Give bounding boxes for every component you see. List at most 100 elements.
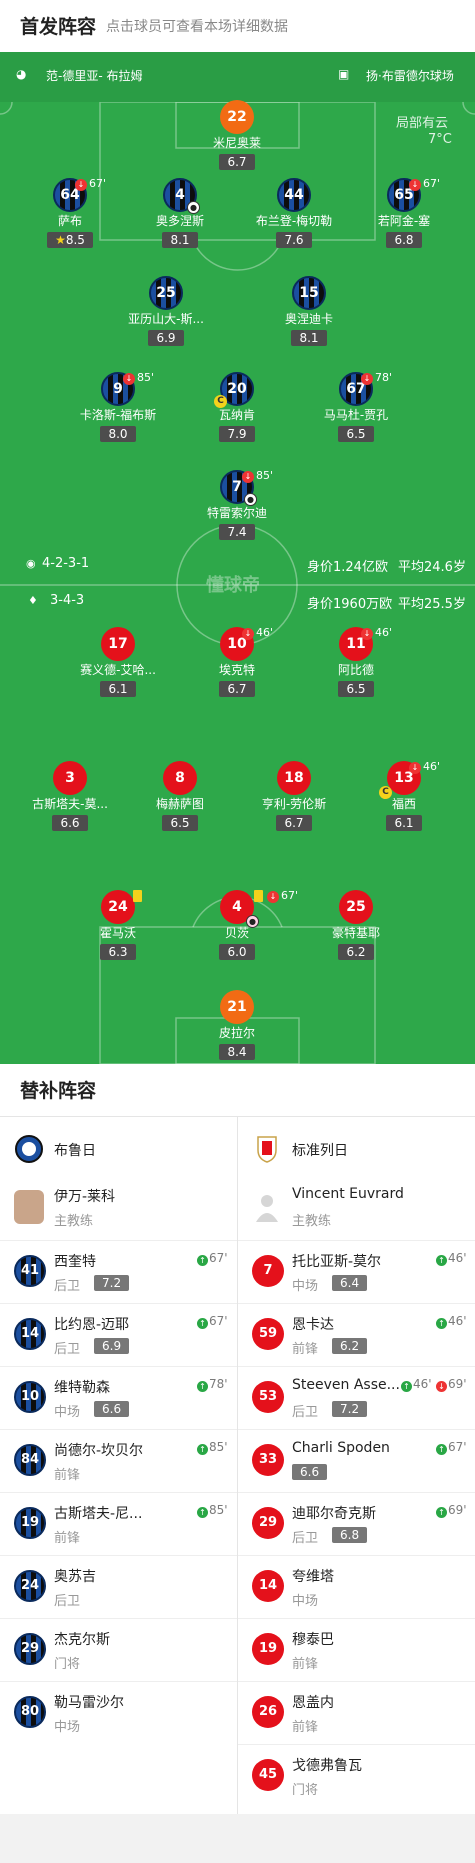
player-rating: 6.0 [219, 944, 255, 960]
player-fossey[interactable]: 13 C ↓ 46' 福西 6.1 [339, 760, 469, 831]
away-age: 平均25.5岁 [398, 597, 466, 612]
player-name: Steeven Asse... [292, 1377, 400, 1393]
bench-player[interactable]: 84 尚德尔-坎贝尔 前锋 ↑ 85' [0, 1429, 237, 1492]
away-formation: 3-4-3 [50, 593, 85, 608]
number-text: 20 [227, 381, 247, 397]
bench-player[interactable]: 80 勒马雷沙尔 中场 [0, 1681, 237, 1744]
bench-player[interactable]: 29 杰克尔斯 门将 [0, 1618, 237, 1681]
sub-out-icon: ↓ [242, 471, 254, 483]
bench-player[interactable]: 24 奥苏吉 后卫 [0, 1555, 237, 1618]
bench-player[interactable]: 45 戈德弗鲁瓦 门将 [238, 1744, 475, 1807]
goal-ball-icon: ● [187, 201, 200, 214]
player-position: 后卫 [292, 1405, 319, 1420]
player-number: 20 C [214, 372, 254, 408]
player-rating: 8.4 [219, 1044, 255, 1060]
sub-in-icon: ↑ [197, 1381, 208, 1392]
player-bates[interactable]: 4 ● ↓ 67' 贝茨 6.0 [172, 889, 302, 960]
player-name: 奥苏吉 [54, 1569, 96, 1585]
home-age: 平均24.6岁 [398, 560, 466, 575]
sub-in-time: ↑ 67' [436, 1440, 467, 1455]
sub-in-minute: 69' [448, 1503, 467, 1517]
player-rating: 6.7 [219, 681, 255, 697]
sub-minute: 85' [137, 371, 155, 384]
player-number: 29 [252, 1507, 284, 1539]
player-number: 19 [252, 1633, 284, 1665]
bench-player[interactable]: 7 托比亚斯-莫尔 中场 6.4 ↑ 46' [238, 1240, 475, 1303]
player-position: 门将 [54, 1657, 81, 1672]
coach-role: 主教练 [292, 1214, 332, 1229]
sub-in-icon: ↑ [436, 1444, 447, 1455]
player-rating: 6.3 [100, 944, 136, 960]
player-forbs[interactable]: 9 ↓ 85' 卡洛斯-福布斯 8.0 [53, 371, 183, 442]
player-abid[interactable]: 11 ↓ 46' 阿比德 6.5 [291, 626, 421, 697]
sub-in-minute: 46' [413, 1377, 432, 1391]
player-number: 8 [163, 761, 197, 795]
player-rating: 6.2 [332, 1338, 368, 1354]
home-team-row: 布鲁日 [0, 1130, 237, 1170]
sub-in-minute: 46' [448, 1314, 467, 1328]
bench-player[interactable]: 10 维特勒森 中场 6.6 ↑ 78' [0, 1366, 237, 1429]
player-name: 比约恩-迈耶 [54, 1317, 130, 1333]
bench-player[interactable]: 41 西奎特 后卫 7.2 ↑ 67' [0, 1240, 237, 1303]
away-coach[interactable]: Vincent Euvrard 主教练 [238, 1176, 475, 1240]
player-homawoo[interactable]: 24 霍马沃 6.3 [53, 890, 183, 960]
player-jashari[interactable]: 67 ↓ 78' 马马杜-贾孔 6.5 [291, 371, 421, 442]
player-rating: 6.9 [148, 330, 184, 346]
bench-player[interactable]: 19 穆泰巴 前锋 [238, 1618, 475, 1681]
player-name: 马马杜-贾孔 [323, 408, 389, 422]
player-name: 瓦纳肯 [218, 408, 255, 422]
player-mehssatou[interactable]: 8 梅赫萨图 6.5 [115, 761, 245, 831]
player-rating: 7.6 [276, 232, 312, 248]
player-number: 25 [339, 890, 373, 924]
player-position: 门将 [292, 1783, 319, 1798]
player-alexander[interactable]: 25 亚历山大-斯... 6.9 [101, 276, 231, 346]
bench-player[interactable]: 53 Steeven Asse... 后卫 7.2 ↑ 46' ↓ 69' [238, 1366, 475, 1429]
player-pirard[interactable]: 21 皮拉尔 8.4 [172, 990, 302, 1060]
player-mignolet[interactable]: 22 米尼奥莱 6.7 [172, 100, 302, 170]
player-hautekiet[interactable]: 25 豪特基耶 6.2 [291, 890, 421, 960]
sub-out-time: ↓ 69' [436, 1377, 467, 1392]
lineup-header: 首发阵容 点击球员可查看本场详细数据 [0, 0, 475, 52]
player-seys[interactable]: 65 ↓ 67' 若阿金-塞 6.8 [339, 177, 469, 248]
player-number: 26 [252, 1696, 284, 1728]
bench-player[interactable]: 14 夸维塔 中场 [238, 1555, 475, 1618]
player-name: 梅赫萨图 [155, 797, 204, 811]
sub-in-icon: ↑ [197, 1444, 208, 1455]
watermark-logo: 懂球帝 [206, 575, 260, 596]
sub-in-time: ↑ 67' [197, 1314, 228, 1329]
sub-in-time: ↑ 85' [197, 1503, 228, 1518]
player-rating: 6.5 [338, 426, 374, 442]
bench-player[interactable]: 33 Charli Spoden 6.6 ↑ 67' [238, 1429, 475, 1492]
player-said[interactable]: 17 赛义德-艾哈... 6.1 [53, 627, 183, 697]
sub-out-icon: ↓ [409, 762, 421, 774]
bench-player[interactable]: 59 恩卡达 前锋 6.2 ↑ 46' [238, 1303, 475, 1366]
player-rating: 6.8 [332, 1527, 368, 1543]
player-name: 福西 [391, 797, 416, 811]
player-rating: 6.6 [94, 1401, 130, 1417]
team-bar: ◕ 范-德里亚- 布拉姆 ▣ 扬·布雷德尔球场 [0, 52, 475, 102]
player-name: 穆泰巴 [292, 1632, 334, 1648]
player-number: 10 [14, 1381, 46, 1413]
player-onyedika[interactable]: 15 奥涅迪卡 8.1 [244, 276, 374, 346]
sub-minute: 85' [256, 469, 274, 482]
player-number: 41 [14, 1255, 46, 1287]
bench-title: 替补阵容 [20, 1080, 97, 1102]
player-ordonez[interactable]: 4 ● 奥多涅斯 8.1 [115, 178, 245, 248]
player-tzolis[interactable]: 7 ● ↓ 85' 特雷索尔迪 7.4 [172, 469, 302, 540]
sub-in-minute: 78' [209, 1377, 228, 1391]
player-vanaken[interactable]: 20 C 瓦纳肯 7.9 [172, 372, 302, 442]
home-coach[interactable]: 伊万-莱科 主教练 [0, 1176, 237, 1240]
coach-avatar [14, 1190, 44, 1224]
whistle-icon: ◕ [16, 67, 27, 81]
sub-in-minute: 85' [209, 1503, 228, 1517]
bench-player[interactable]: 29 迪耶尔奇克斯 后卫 6.8 ↑ 69' [238, 1492, 475, 1555]
player-position: 中场 [292, 1279, 319, 1294]
referee-name: 范-德里亚- 布拉姆 [46, 69, 143, 83]
player-eckert[interactable]: 10 ↓ 46' 埃克特 6.7 [172, 626, 302, 697]
sub-out-icon: ↓ [409, 179, 421, 191]
bench-player[interactable]: 19 古斯塔夫-尼... 前锋 ↑ 85' [0, 1492, 237, 1555]
player-rating: 6.5 [338, 681, 374, 697]
bench-player[interactable]: 26 恩盖内 前锋 [238, 1681, 475, 1744]
bench-player[interactable]: 14 比约恩-迈耶 后卫 6.9 ↑ 67' [0, 1303, 237, 1366]
player-name: 恩盖内 [292, 1695, 334, 1711]
